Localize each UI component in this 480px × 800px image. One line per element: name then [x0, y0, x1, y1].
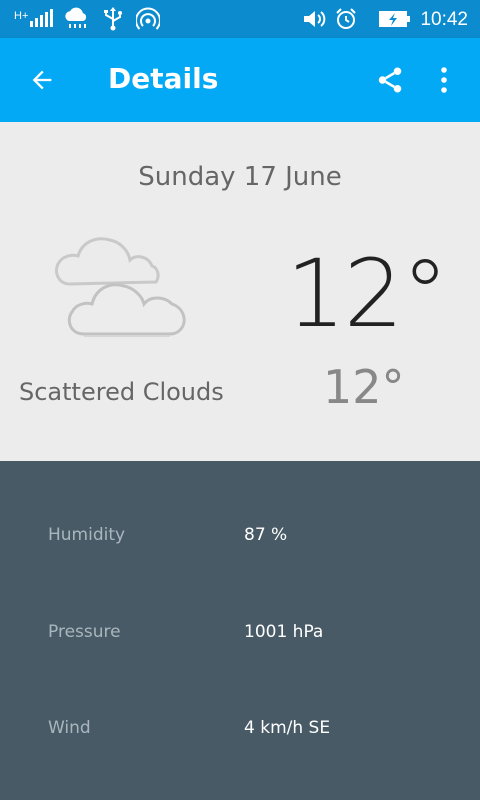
- scattered-clouds-icon: [55, 237, 186, 337]
- detail-value: 1001 hPa: [244, 622, 324, 642]
- alarm-icon: [336, 8, 356, 29]
- forecast-summary: Sunday 17 June Scattered Clouds 12° 12°: [0, 122, 480, 461]
- signal-type-label: H+: [14, 10, 28, 22]
- arrow-back-icon: [32, 70, 52, 90]
- signal-icon: H+: [14, 9, 53, 27]
- detail-row-pressure: Pressure 1001 hPa: [0, 612, 480, 652]
- detail-label: Humidity: [48, 525, 126, 545]
- more-vert-icon: [441, 67, 447, 93]
- detail-row-humidity: Humidity 87 %: [0, 515, 480, 555]
- details-panel: Humidity 87 % Pressure 1001 hPa Wind 4 k…: [0, 461, 480, 800]
- overflow-menu-button[interactable]: [422, 58, 466, 102]
- share-icon: [378, 67, 402, 93]
- app-bar: Details: [0, 38, 480, 122]
- page-title: Details: [108, 62, 219, 95]
- back-button[interactable]: [20, 58, 64, 102]
- detail-value: 4 km/h SE: [244, 718, 331, 738]
- battery-charging-icon: [379, 11, 410, 27]
- status-bar: H+ 10:42: [0, 0, 480, 38]
- forecast-date: Sunday 17 June: [138, 162, 342, 192]
- weather-rain-icon: [65, 7, 87, 28]
- usb-icon: [104, 7, 122, 31]
- detail-value: 87 %: [244, 525, 288, 545]
- detail-label: Wind: [48, 718, 91, 738]
- status-time: 10:42: [420, 9, 468, 30]
- detail-row-wind: Wind 4 km/h SE: [0, 708, 480, 748]
- share-button[interactable]: [368, 58, 412, 102]
- weather-condition: Scattered Clouds: [19, 378, 224, 406]
- high-temperature: 12°: [286, 240, 449, 349]
- hotspot-icon: [136, 7, 160, 30]
- low-temperature: 12°: [323, 360, 405, 414]
- volume-icon: [304, 11, 326, 27]
- detail-label: Pressure: [48, 622, 121, 642]
